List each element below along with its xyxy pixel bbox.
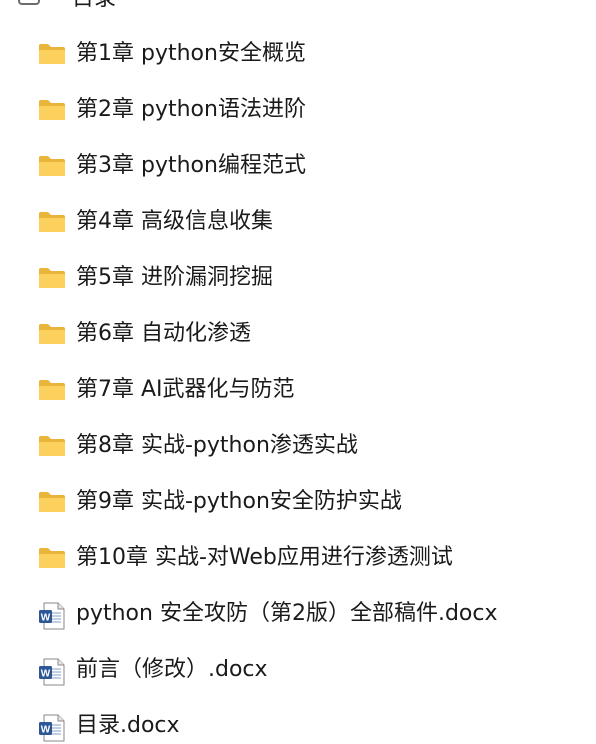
folder-item[interactable]: 第1章 python安全概览 [38, 26, 497, 82]
word-document-icon: W [38, 714, 66, 742]
folder-item[interactable]: 第6章 自动化渗透 [38, 306, 497, 362]
svg-text:W: W [41, 725, 51, 736]
item-label: 第6章 自动化渗透 [76, 321, 251, 346]
item-label: 第8章 实战-python渗透实战 [76, 433, 358, 458]
folder-icon [38, 546, 66, 570]
item-label: 第4章 高级信息收集 [76, 209, 273, 234]
folder-icon [38, 434, 66, 458]
folder-outline-icon [18, 0, 40, 5]
document-item[interactable]: W 目录.docx [38, 698, 497, 744]
folder-item[interactable]: 第5章 进阶漏洞挖掘 [38, 250, 497, 306]
folder-item[interactable]: 第9章 实战-python安全防护实战 [38, 474, 497, 530]
item-label: 第7章 AI武器化与防范 [76, 377, 295, 402]
file-list-window: 目录 第1章 python安全概览 第2章 python语法进阶 第3章 pyt… [0, 0, 596, 744]
folder-item[interactable]: 第4章 高级信息收集 [38, 194, 497, 250]
folder-icon [38, 210, 66, 234]
folder-item[interactable]: 第3章 python编程范式 [38, 138, 497, 194]
svg-text:W: W [41, 669, 51, 680]
document-item[interactable]: W 前言（修改）.docx [38, 642, 497, 698]
folder-icon [38, 42, 66, 66]
parent-folder-label: 目录 [72, 0, 116, 12]
item-label: python 安全攻防（第2版）全部稿件.docx [76, 601, 498, 626]
item-label: 前言（修改）.docx [76, 657, 268, 682]
item-label: 第10章 实战-对Web应用进行渗透测试 [76, 545, 453, 570]
file-list: 第1章 python安全概览 第2章 python语法进阶 第3章 python… [38, 26, 497, 744]
parent-folder-row[interactable]: 目录 [18, 0, 116, 11]
item-label: 第1章 python安全概览 [76, 41, 306, 66]
item-label: 第5章 进阶漏洞挖掘 [76, 265, 273, 290]
folder-item[interactable]: 第10章 实战-对Web应用进行渗透测试 [38, 530, 497, 586]
word-document-icon: W [38, 658, 66, 686]
folder-item[interactable]: 第2章 python语法进阶 [38, 82, 497, 138]
item-label: 第9章 实战-python安全防护实战 [76, 489, 402, 514]
folder-item[interactable]: 第8章 实战-python渗透实战 [38, 418, 497, 474]
item-label: 第2章 python语法进阶 [76, 97, 306, 122]
folder-icon [38, 490, 66, 514]
word-document-icon: W [38, 602, 66, 630]
svg-text:W: W [41, 613, 51, 624]
item-label: 目录.docx [76, 713, 180, 738]
folder-icon [38, 266, 66, 290]
folder-icon [38, 322, 66, 346]
folder-icon [38, 98, 66, 122]
folder-icon [38, 154, 66, 178]
item-label: 第3章 python编程范式 [76, 153, 306, 178]
folder-item[interactable]: 第7章 AI武器化与防范 [38, 362, 497, 418]
folder-icon [38, 378, 66, 402]
document-item[interactable]: W python 安全攻防（第2版）全部稿件.docx [38, 586, 497, 642]
